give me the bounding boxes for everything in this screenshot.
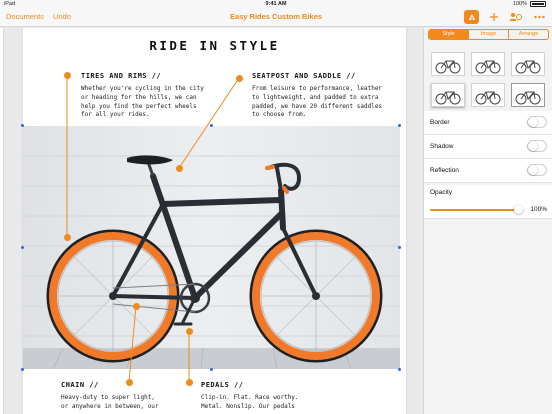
section-title-chain: CHAIN // [61, 381, 99, 389]
opacity-value: 100% [530, 206, 547, 213]
bike-thumbnail-icon [475, 91, 501, 105]
section-body-chain: Heavy-duty to super light, or anywhere in… [61, 394, 159, 410]
callout-dot-seatpost[interactable] [236, 75, 243, 82]
plus-icon [489, 13, 498, 21]
opacity-slider-thumb[interactable] [514, 205, 523, 214]
section-body-pedals: Clip-in. Flat. Race worthy. Metal. Nonsli… [201, 394, 299, 410]
undo-button[interactable]: Undo [53, 12, 71, 21]
callout-lines [66, 75, 240, 383]
inspector-tabs: Style Image Arrange [428, 29, 549, 40]
callout-dot-tires[interactable] [64, 72, 71, 79]
selection-handle[interactable] [21, 368, 24, 371]
bike-thumbnail-icon [515, 91, 541, 105]
border-label: Border [430, 119, 450, 126]
selection-handle[interactable] [398, 368, 401, 371]
opacity-label: Opacity [430, 189, 453, 196]
tab-arrange[interactable]: Arrange [508, 30, 548, 39]
paintbrush-icon [468, 14, 475, 21]
bike-thumbnail-icon [475, 60, 501, 74]
style-preset[interactable] [511, 52, 545, 76]
battery-percent: 100% [512, 1, 527, 7]
more-icon [534, 15, 545, 19]
style-preset[interactable] [471, 52, 505, 76]
document-canvas[interactable]: RIDE IN STYLE TIRES AND RIMS // Whether … [0, 28, 422, 414]
reflection-row[interactable]: Reflection [424, 159, 552, 183]
bike-thumbnail-icon [435, 60, 461, 74]
shadow-label: Shadow [430, 143, 454, 150]
format-button[interactable] [464, 10, 479, 24]
callout-dot-saddle[interactable] [176, 165, 183, 172]
callout-dot-rim[interactable] [64, 234, 71, 241]
selection-handle[interactable] [210, 124, 213, 127]
style-preset[interactable] [431, 83, 465, 107]
clock: 9:41 AM [265, 1, 287, 7]
more-button[interactable] [532, 10, 547, 24]
format-inspector: Style Image Arrange Border Shadow Reflec… [423, 28, 552, 414]
shadow-row[interactable]: Shadow [424, 135, 552, 159]
image-style-presets [424, 43, 552, 113]
callout-dot-chain-label[interactable] [126, 379, 133, 386]
shadow-toggle[interactable] [527, 140, 547, 152]
document-page[interactable]: RIDE IN STYLE TIRES AND RIMS // Whether … [21, 28, 406, 414]
status-bar: iPad 9:41 AM 100% [0, 0, 552, 8]
tab-style[interactable]: Style [429, 30, 468, 39]
style-preset[interactable] [431, 52, 465, 76]
selection-handle[interactable] [21, 124, 24, 127]
selection-handle[interactable] [21, 246, 24, 249]
bike-thumbnail-icon [435, 91, 461, 105]
border-row[interactable]: Border [424, 111, 552, 135]
selection-handle[interactable] [398, 124, 401, 127]
battery-icon [530, 1, 546, 7]
share-collaborate-icon [509, 13, 522, 21]
tab-image[interactable]: Image [468, 30, 508, 39]
reflection-label: Reflection [430, 167, 459, 174]
callout-dot-pedals-label[interactable] [186, 379, 193, 386]
collaborate-button[interactable] [508, 10, 523, 24]
section-title-pedals: PEDALS // [201, 381, 244, 389]
callout-dot-chain[interactable] [133, 303, 140, 310]
battery-status: 100% [513, 1, 546, 7]
documents-button[interactable]: Documents [6, 12, 44, 21]
style-preset[interactable] [511, 83, 545, 107]
opacity-control: Opacity 100% [424, 185, 552, 219]
callout-dot-pedal[interactable] [186, 328, 193, 335]
insert-button[interactable] [486, 10, 501, 24]
border-toggle[interactable] [527, 116, 547, 128]
reflection-toggle[interactable] [527, 164, 547, 176]
selection-handle[interactable] [398, 246, 401, 249]
toolbar: Documents Undo Easy Rides Custom Bikes [0, 8, 552, 27]
vertical-ruler [0, 28, 4, 414]
style-preset[interactable] [471, 83, 505, 107]
bike-thumbnail-icon [515, 60, 541, 74]
opacity-slider-track[interactable] [430, 209, 520, 211]
selection-handle[interactable] [210, 368, 213, 371]
